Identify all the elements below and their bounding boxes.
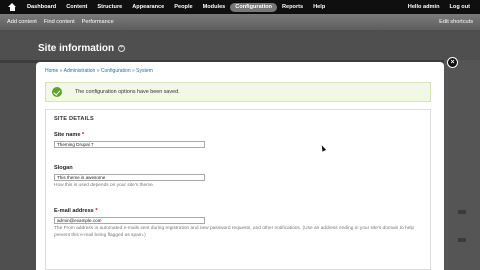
menu-item-content[interactable]: Content [61,3,92,12]
shortcuts-bar: Add content Find content Performance Edi… [0,14,480,30]
ghost-block [458,210,466,214]
edit-shortcuts-link[interactable]: Edit shortcuts [432,19,480,25]
menu-item-configuration[interactable]: Configuration [230,2,277,12]
email-label: E-mail address * [54,208,98,214]
shortcut-performance[interactable]: Performance [75,19,114,25]
page-title: Site information [38,43,115,54]
email-input[interactable] [54,217,205,224]
menu-item-dashboard[interactable]: Dashboard [22,3,61,12]
required-marker: * [82,132,85,138]
email-description: The From address in automated e-mails se… [54,226,415,238]
site-name-label-text: Site name [54,132,81,138]
site-name-input[interactable] [54,141,205,148]
shortcut-find-content[interactable]: Find content [37,19,75,25]
breadcrumb[interactable]: Home » Administration » Configuration » … [45,68,153,74]
menu-item-modules[interactable]: Modules [198,3,231,12]
home-icon[interactable] [8,3,16,11]
admin-menu: Dashboard Content Structure Appearance P… [22,2,330,12]
status-text: The configuration options have been save… [75,89,180,95]
fieldset-legend: SITE DETAILS [54,116,94,122]
checkmark-icon [52,87,62,97]
page-sidebar-ghost [444,60,480,270]
menu-item-help[interactable]: Help [308,3,330,12]
user-greeting[interactable]: Hello admin [408,4,440,10]
menu-item-people[interactable]: People [169,3,197,12]
email-label-text: E-mail address [54,208,94,214]
slogan-label: Slogan [54,165,73,171]
overlay-close-button[interactable]: × [447,57,458,68]
site-details-fieldset: SITE DETAILS Site name * Slogan How this… [45,109,431,270]
site-name-label: Site name * [54,132,84,138]
menu-item-appearance[interactable]: Appearance [127,3,169,12]
admin-toolbar: Dashboard Content Structure Appearance P… [0,0,480,14]
menu-item-structure[interactable]: Structure [92,3,127,12]
status-message: The configuration options have been save… [45,82,431,102]
menu-item-reports[interactable]: Reports [277,3,308,12]
ghost-block [458,238,466,242]
add-shortcut-icon[interactable]: + [118,45,125,52]
slogan-input[interactable] [54,174,205,181]
required-marker: * [95,208,98,214]
logout-link[interactable]: Log out [449,4,470,10]
shortcut-add-content[interactable]: Add content [0,19,37,25]
slogan-description: How this is used depends on your site's … [54,183,155,188]
